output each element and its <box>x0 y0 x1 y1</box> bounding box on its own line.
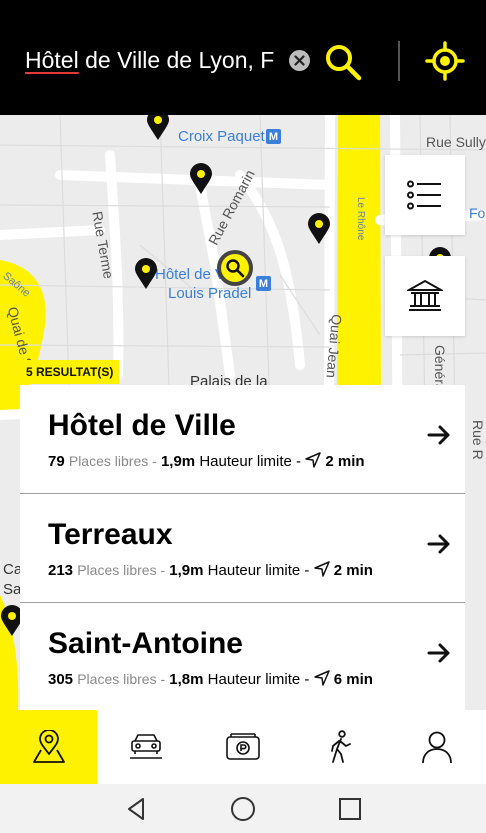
system-navigation-bar <box>0 784 486 833</box>
map-label-rue-r: Rue R <box>470 420 486 460</box>
result-card-saint-antoine[interactable]: Saint-Antoine 305 Places libres - 1,8m H… <box>20 603 465 710</box>
free-places-label: Places libres - <box>77 671 166 687</box>
height-limit-label: Hauteur limite - <box>207 671 310 688</box>
travel-time: 2 min <box>333 562 373 579</box>
result-name: Saint-Antoine <box>48 627 243 660</box>
height-limit-value: 1,8m <box>169 671 204 688</box>
search-input[interactable]: Hôtel de Ville de Lyon, F <box>25 47 287 77</box>
height-limit-value: 1,9m <box>160 453 196 470</box>
locate-icon[interactable] <box>425 41 465 81</box>
map-label-rhone: Le Rhône <box>355 197 366 241</box>
recents-icon[interactable] <box>337 796 363 822</box>
search-bar: Hôtel de Ville de Lyon, F <box>0 0 486 115</box>
parking-pin-icon[interactable] <box>189 163 213 195</box>
tab-map[interactable] <box>0 710 98 784</box>
car-tab-icon <box>129 734 162 759</box>
height-limit-label: Hauteur limite - <box>207 562 310 579</box>
result-name: Hôtel de Ville <box>48 409 236 442</box>
toolbar-divider <box>398 41 400 81</box>
travel-time: 2 min <box>325 453 365 470</box>
navigation-icon <box>313 670 330 686</box>
search-query-misspelled: Hôtel <box>25 47 79 73</box>
navigation-icon <box>313 561 330 577</box>
list-view-button[interactable] <box>385 155 465 235</box>
home-icon[interactable] <box>230 796 256 822</box>
free-places-count: 213 <box>48 562 74 579</box>
clear-icon[interactable] <box>289 50 310 71</box>
tab-walking[interactable] <box>292 710 389 784</box>
metro-icon: M <box>256 276 271 291</box>
points-of-interest-button[interactable] <box>385 256 465 336</box>
parking-pin-icon[interactable] <box>134 258 158 290</box>
arrow-right-icon[interactable] <box>427 423 451 447</box>
free-places-count: 305 <box>48 671 74 688</box>
map-label-sa: Sa <box>3 581 22 598</box>
free-places-label: Places libres - <box>68 453 157 469</box>
result-card-terreaux[interactable]: Terreaux 213 Places libres - 1,9m Hauteu… <box>20 494 465 602</box>
results-count-badge: 5 RESULTAT(S) <box>20 360 120 384</box>
result-meta: 79 Places libres - 1,9m Hauteur limite -… <box>48 452 365 470</box>
map-label-fo: Fo <box>469 205 486 221</box>
metro-icon: M <box>266 129 281 144</box>
height-limit-value: 1,9m <box>169 562 204 579</box>
map-pin-tab-icon <box>32 730 65 763</box>
search-query-rest: de Ville de Lyon, F <box>78 47 275 73</box>
arrow-right-icon[interactable] <box>427 641 451 665</box>
height-limit-label: Hauteur limite - <box>199 453 302 470</box>
navigation-icon <box>305 452 321 468</box>
bottom-tab-bar <box>0 710 486 784</box>
map-label-croix-paquet: Croix Paquet <box>178 128 265 145</box>
arrow-right-icon[interactable] <box>427 532 451 556</box>
tab-profile[interactable] <box>389 710 486 784</box>
result-card-hotel-de-ville[interactable]: Hôtel de Ville 79 Places libres - 1,9m H… <box>20 385 465 493</box>
map-view[interactable]: Croix Paquet M Rue Sully Rue Terme Rue R… <box>0 115 486 710</box>
results-list: Hôtel de Ville 79 Places libres - 1,9m H… <box>20 385 465 710</box>
parking-pin-icon[interactable] <box>307 213 331 245</box>
result-name: Terreaux <box>48 518 173 551</box>
result-meta: 305 Places libres - 1,8m Hauteur limite … <box>48 670 373 688</box>
free-places-label: Places libres - <box>77 562 166 578</box>
map-label-rue-sully: Rue Sully <box>426 134 486 150</box>
tab-car[interactable] <box>97 710 194 784</box>
tab-parking-card[interactable] <box>194 710 291 784</box>
parking-pin-icon[interactable] <box>146 115 170 141</box>
profile-tab-icon <box>422 731 453 764</box>
result-meta: 213 Places libres - 1,9m Hauteur limite … <box>48 561 373 579</box>
walking-tab-icon <box>331 730 352 763</box>
museum-icon <box>407 279 443 311</box>
parking-card-tab-icon <box>226 733 260 760</box>
back-icon[interactable] <box>124 796 150 822</box>
travel-time: 6 min <box>333 671 373 688</box>
free-places-count: 79 <box>48 453 65 470</box>
list-icon <box>407 180 441 210</box>
map-label-louis-pradel: Louis Pradel <box>168 285 252 302</box>
search-location-marker-icon[interactable] <box>217 250 253 286</box>
search-icon[interactable] <box>322 41 364 83</box>
